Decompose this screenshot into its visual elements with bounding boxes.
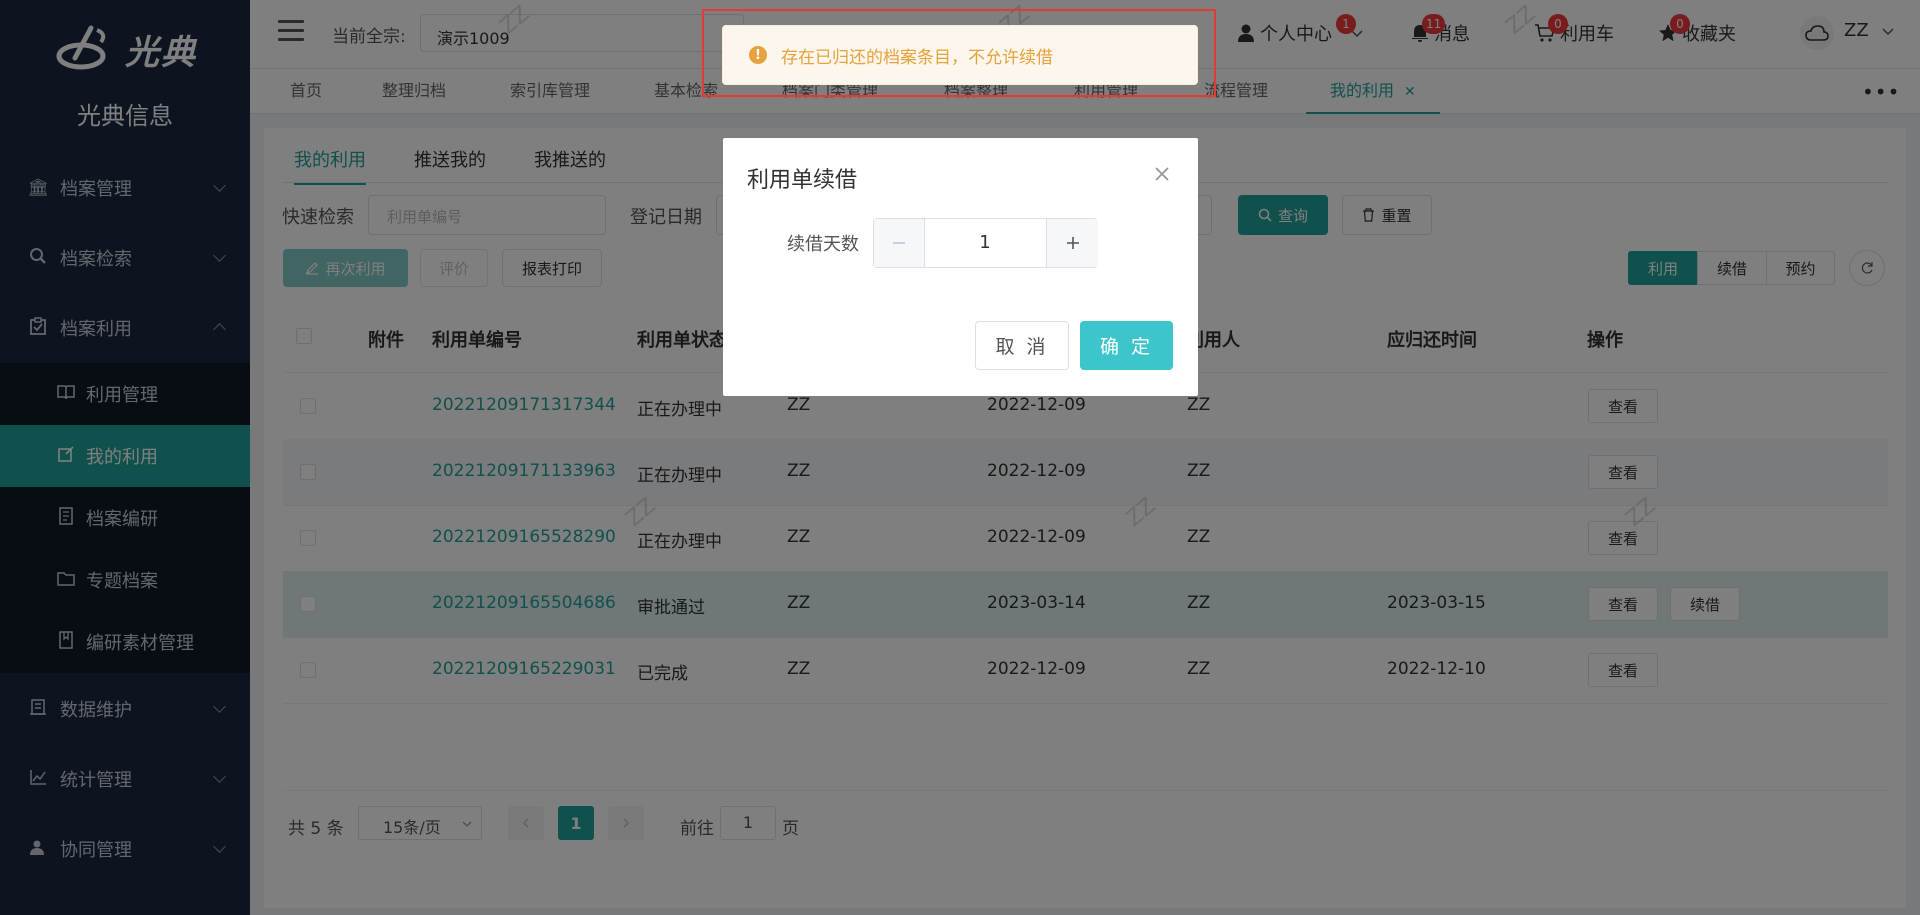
cancel-button[interactable]: 取 消 [975,321,1069,370]
dialog-title: 利用单续借 [747,168,858,193]
renew-days-input[interactable]: 1 [924,219,1046,267]
minus-icon[interactable] [874,219,925,267]
renew-days-label: 续借天数 [787,234,859,255]
plus-icon[interactable] [1046,219,1098,267]
close-icon[interactable] [1154,160,1170,188]
confirm-button[interactable]: 确 定 [1080,321,1173,370]
highlight-box [702,9,1216,97]
